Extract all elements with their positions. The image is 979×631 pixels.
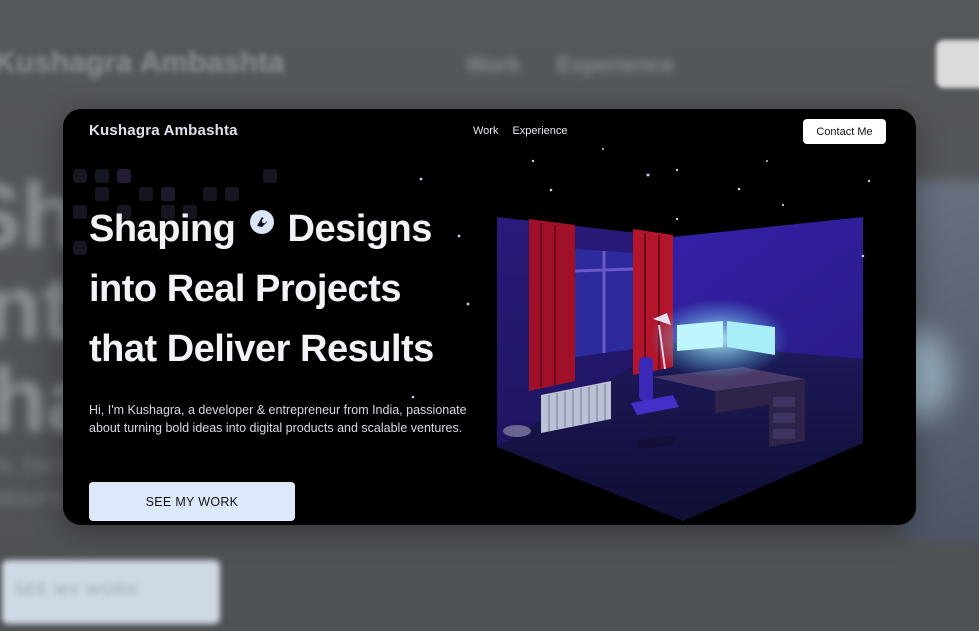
- contact-me-button[interactable]: Contact Me: [803, 119, 886, 144]
- chair: [639, 357, 653, 401]
- headline-line-1: Shaping Designs: [89, 199, 434, 259]
- headline-line-3: that Deliver Results: [89, 328, 434, 370]
- backdrop-brand: Kushagra Ambashta: [0, 46, 285, 79]
- hero-headline: Shaping Designs into Real Projects that …: [89, 199, 434, 379]
- headline-word-shaping: Shaping: [89, 208, 236, 250]
- headline-word-designs: Designs: [287, 208, 433, 250]
- subtitle-line-1: Hi, I'm Kushagra, a developer & entrepre…: [89, 403, 467, 417]
- backdrop-contact-button: [936, 40, 979, 88]
- tinted-logo-icon: [250, 210, 275, 234]
- left-curtain: [529, 219, 575, 391]
- hero-subtitle: Hi, I'm Kushagra, a developer & entrepre…: [89, 401, 509, 437]
- subtitle-line-2: about turning bold ideas into digital pr…: [89, 421, 463, 435]
- trash-bin: [503, 425, 531, 437]
- backdrop-nav: Work Experience: [466, 52, 675, 77]
- see-my-work-button[interactable]: SEE MY WORK: [89, 482, 295, 521]
- nav-experience[interactable]: Experience: [512, 125, 567, 137]
- backdrop-cta: SEE MY WORK: [2, 560, 220, 624]
- brand-name[interactable]: Kushagra Ambashta: [89, 122, 238, 139]
- nav-work[interactable]: Work: [473, 125, 498, 137]
- headline-line-2: into Real Projects: [89, 268, 401, 310]
- hero-card: Kushagra Ambashta Work Experience Contac…: [63, 109, 916, 525]
- main-nav: Work Experience: [473, 125, 568, 137]
- monitor-left: [677, 321, 723, 351]
- room-illustration: [497, 217, 863, 521]
